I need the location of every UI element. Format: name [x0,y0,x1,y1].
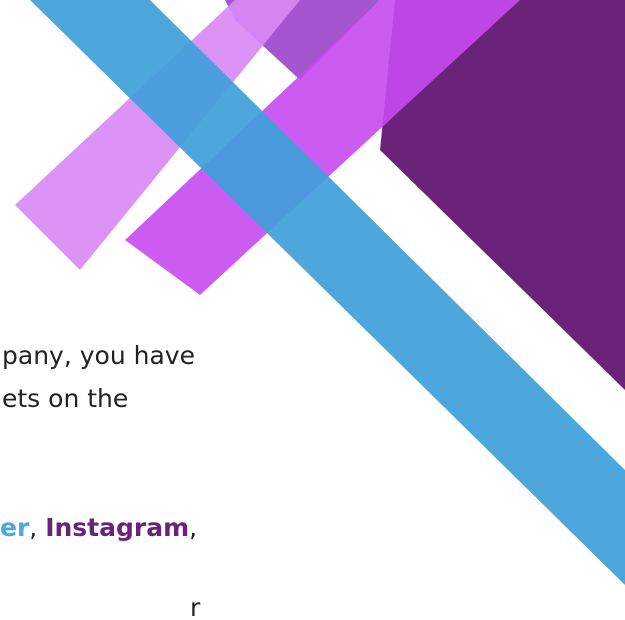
separator-comma-2: , [189,513,198,542]
platform-name-twitter-fragment: er [0,513,30,542]
body-text-line-3: er, Instagram, [0,515,197,540]
slide-canvas: pany, you have ets on the er, Instagram,… [0,0,625,620]
body-text-line-2: ets on the [2,384,129,413]
platform-name-instagram: Instagram [45,513,190,542]
body-text-line-1: pany, you have [2,341,195,370]
body-text-line-4-fragment: r [190,593,201,620]
separator-comma-1: , [29,513,46,542]
